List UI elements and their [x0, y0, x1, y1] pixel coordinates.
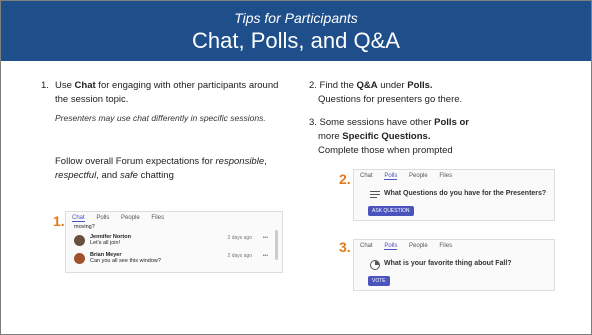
title-band: Tips for Participants Chat, Polls, and Q…: [1, 1, 591, 61]
chat-timestamp: 2 days ago: [227, 253, 252, 259]
tab-polls[interactable]: Polls: [96, 215, 109, 221]
tab-chat[interactable]: Chat: [360, 173, 373, 179]
tab-files[interactable]: Files: [439, 243, 452, 249]
presenter-note: Presenters may use chat differently in s…: [55, 113, 266, 123]
chat-message: Let's all join!: [90, 240, 121, 246]
avatar: [74, 235, 85, 246]
tab-chat[interactable]: Chat: [72, 215, 85, 222]
step-2-label: 2.: [339, 171, 351, 187]
qa-tabs: Chat Polls People Files: [360, 173, 462, 183]
more-options-icon[interactable]: •••: [263, 253, 268, 259]
tab-polls[interactable]: Polls: [384, 173, 398, 180]
qa-screenshot: Chat Polls People Files What Questions d…: [353, 169, 555, 221]
tab-chat[interactable]: Chat: [360, 243, 373, 249]
ask-question-button[interactable]: ASK QUESTION: [368, 206, 414, 216]
slide-subtitle: Tips for Participants: [234, 10, 358, 26]
chat-screenshot: Chat Polls People Files moving? Jennifer…: [65, 211, 283, 273]
chat-timestamp: 2 days ago: [227, 235, 252, 241]
tab-polls[interactable]: Polls: [384, 243, 398, 250]
chat-partial-message: moving?: [74, 224, 95, 230]
poll-screenshot: Chat Polls People Files What is your fav…: [353, 239, 555, 291]
tab-files[interactable]: Files: [439, 173, 452, 179]
slide-title: Chat, Polls, and Q&A: [192, 28, 400, 53]
poll-tabs: Chat Polls People Files: [360, 243, 462, 253]
qa-instruction: 2. Find the Q&A under Polls. Questions f…: [309, 80, 463, 105]
tab-people[interactable]: People: [409, 243, 428, 249]
tab-people[interactable]: People: [409, 173, 428, 179]
vote-button[interactable]: VOTE: [368, 276, 390, 286]
item-number-1: 1.: [41, 80, 49, 91]
chat-message: Can you all see this window?: [90, 258, 161, 264]
tab-people[interactable]: People: [121, 215, 140, 221]
polls-instruction: 3. Some sessions have other Polls or mor…: [309, 117, 469, 156]
poll-icon: [370, 260, 380, 270]
right-column: 2. Find the Q&A under Polls. Questions f…: [309, 79, 559, 158]
list-icon: [370, 191, 380, 198]
step-1-label: 1.: [53, 213, 65, 229]
chat-instruction: Use Chat for engaging with other partici…: [55, 80, 279, 105]
step-3-label: 3.: [339, 239, 351, 255]
qa-question: What Questions do you have for the Prese…: [384, 190, 547, 197]
avatar: [74, 253, 85, 264]
chat-scrollbar[interactable]: [275, 230, 278, 260]
more-options-icon[interactable]: •••: [263, 235, 268, 241]
tab-files[interactable]: Files: [151, 215, 164, 221]
poll-question: What is your favorite thing about Fall?: [384, 260, 512, 267]
forum-expectations: Follow overall Forum expectations for re…: [55, 156, 267, 181]
slide: Tips for Participants Chat, Polls, and Q…: [0, 0, 592, 335]
